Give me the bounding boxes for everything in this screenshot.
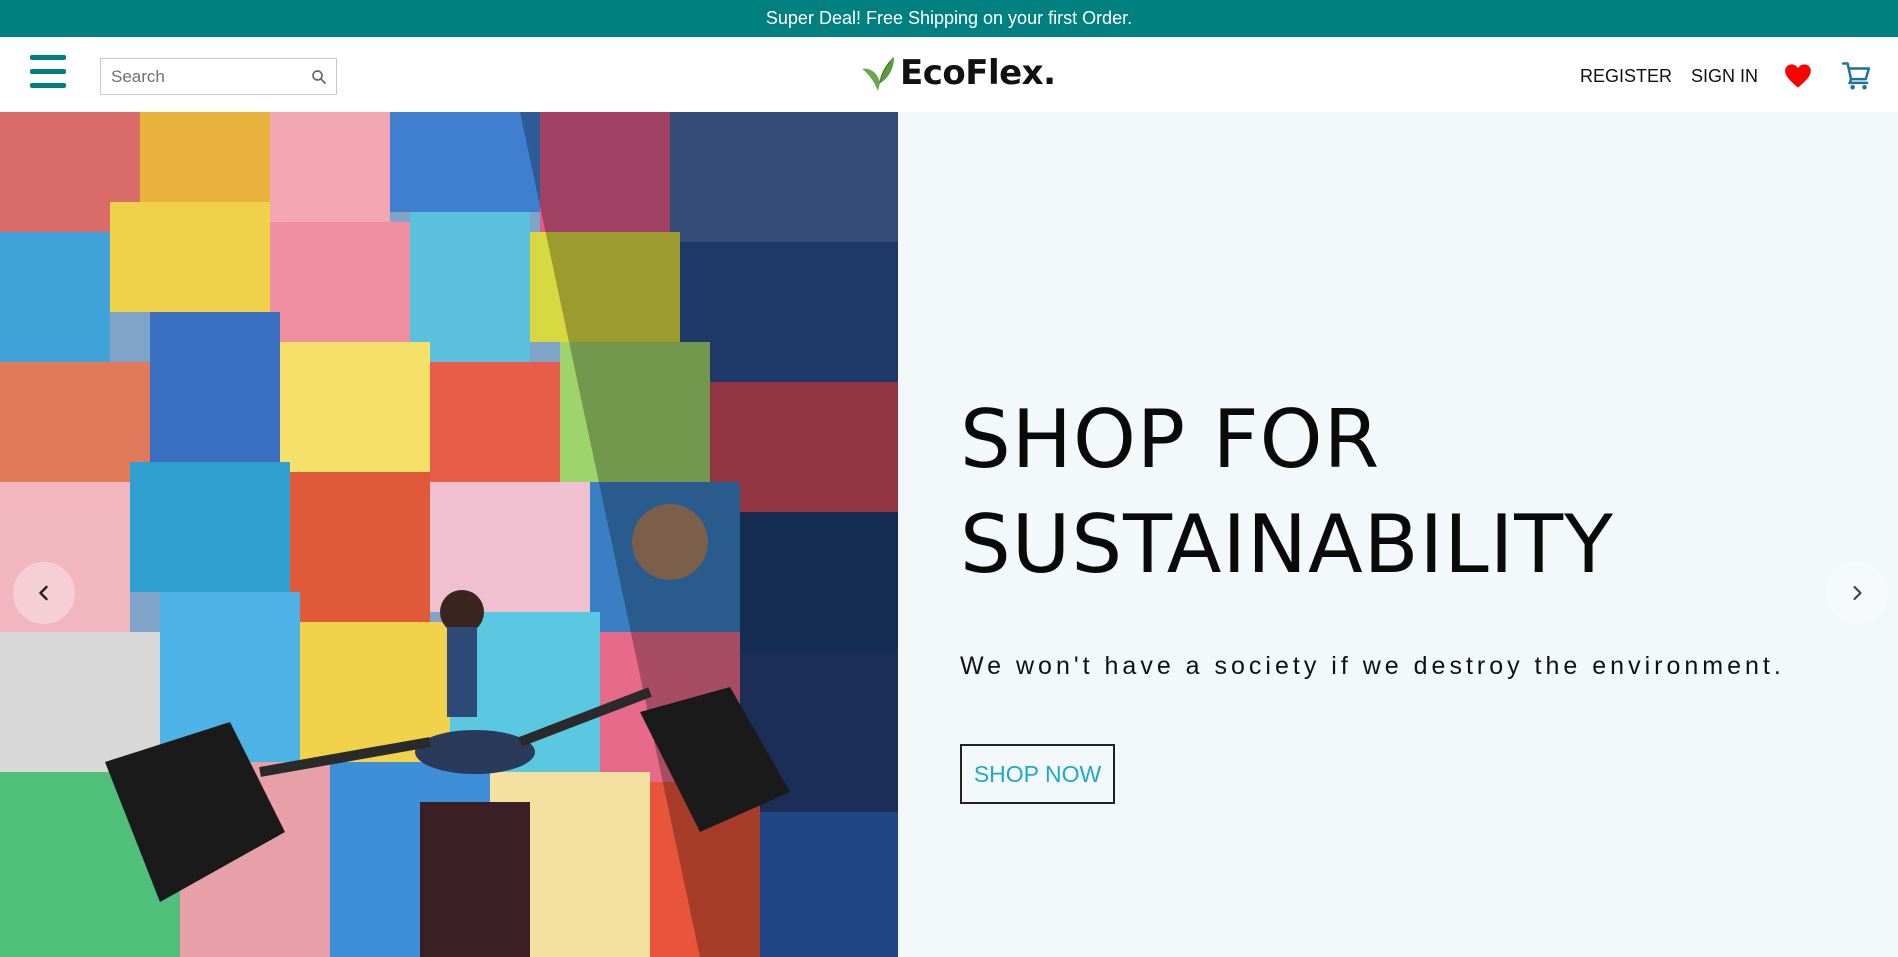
search-input[interactable] [101, 59, 301, 94]
promo-text: Super Deal! Free Shipping on your first … [765, 8, 1133, 28]
shop-now-button[interactable]: SHOP NOW [960, 744, 1115, 804]
hero-title-line2: SUSTAINABILITY [960, 498, 1615, 591]
hero-image [0, 112, 898, 957]
search-box [100, 58, 337, 95]
site-header: EcoFlex. REGISTER SIGN IN [0, 37, 1898, 112]
heart-icon[interactable] [1784, 63, 1812, 89]
carousel-prev-button[interactable] [13, 562, 75, 624]
search-icon[interactable] [310, 68, 328, 86]
promo-banner: Super Deal! Free Shipping on your first … [0, 0, 1898, 37]
sign-in-link[interactable]: SIGN IN [1691, 66, 1758, 87]
hamburger-menu-icon[interactable] [30, 55, 66, 89]
site-logo[interactable]: EcoFlex. [860, 51, 1056, 95]
hero-title-line1: SHOP FOR [960, 393, 1381, 486]
cart-icon[interactable] [1842, 61, 1872, 91]
hero-subtitle: We won't have a society if we destroy th… [960, 652, 1785, 680]
leaf-logo-icon [862, 57, 894, 91]
hero-title: SHOP FOR SUSTAINABILITY [960, 387, 1614, 597]
chevron-left-icon [39, 585, 48, 601]
carousel-next-button[interactable] [1826, 562, 1888, 624]
register-link[interactable]: REGISTER [1580, 66, 1672, 87]
chevron-right-icon [1853, 585, 1862, 601]
hero-section: SHOP FOR SUSTAINABILITY We won't have a … [0, 112, 1898, 957]
logo-text: EcoFlex. [900, 53, 1056, 93]
